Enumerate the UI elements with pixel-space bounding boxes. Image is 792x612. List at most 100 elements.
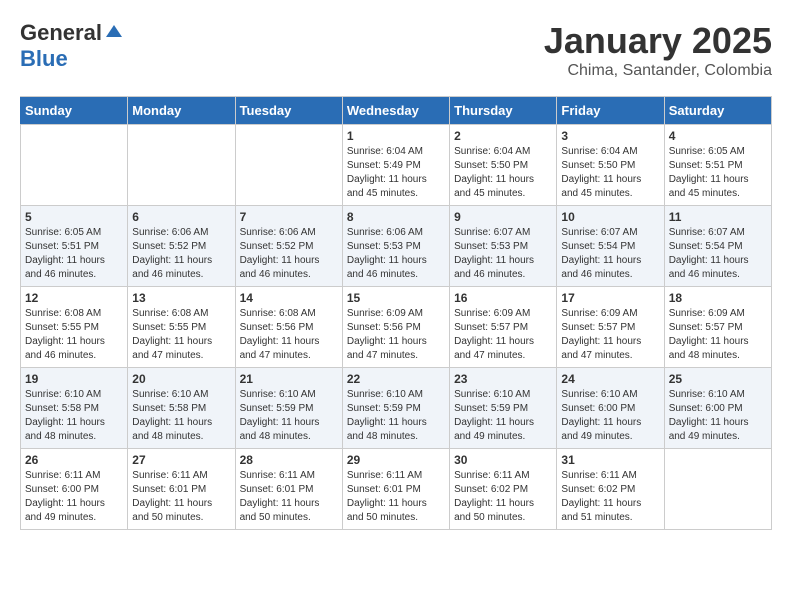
calendar-cell: 21Sunrise: 6:10 AMSunset: 5:59 PMDayligh… [235,368,342,449]
day-info: Sunrise: 6:09 AMSunset: 5:56 PMDaylight:… [347,307,445,363]
day-info: Sunrise: 6:11 AMSunset: 6:01 PMDaylight:… [347,469,445,525]
day-header-monday: Monday [128,97,235,125]
calendar-cell [664,449,771,530]
day-header-friday: Friday [557,97,664,125]
calendar-body: 1 Sunrise: 6:04 AMSunset: 5:49 PMDaylight… [21,125,772,530]
day-info: Sunrise: 6:10 AMSunset: 5:59 PMDaylight:… [240,388,338,444]
day-number: 23 [454,372,552,386]
day-info: Sunrise: 6:11 AMSunset: 6:01 PMDaylight:… [132,469,230,525]
day-number: 4 [669,129,767,143]
calendar-cell: 17 Sunrise: 6:09 AMSunset: 5:57 PMDayligh… [557,287,664,368]
day-number: 1 [347,129,445,143]
calendar-cell: 12Sunrise: 6:08 AMSunset: 5:55 PMDayligh… [21,287,128,368]
day-info: Sunrise: 6:09 AMSunset: 5:57 PMDaylight:… [669,307,767,363]
week-row-1: 5Sunrise: 6:05 AMSunset: 5:51 PMDaylight… [21,206,772,287]
day-info: Sunrise: 6:07 AMSunset: 5:53 PMDaylight:… [454,226,552,282]
calendar-cell: 7 Sunrise: 6:06 AMSunset: 5:52 PMDaylight… [235,206,342,287]
day-number: 2 [454,129,552,143]
day-number: 16 [454,291,552,305]
day-number: 30 [454,453,552,467]
calendar-cell [235,125,342,206]
day-header-wednesday: Wednesday [342,97,449,125]
week-row-3: 19 Sunrise: 6:10 AMSunset: 5:58 PMDayligh… [21,368,772,449]
day-number: 26 [25,453,123,467]
week-row-2: 12Sunrise: 6:08 AMSunset: 5:55 PMDayligh… [21,287,772,368]
calendar-cell: 3Sunrise: 6:04 AMSunset: 5:50 PMDaylight… [557,125,664,206]
calendar-cell: 15 Sunrise: 6:09 AMSunset: 5:56 PMDayligh… [342,287,449,368]
day-info: Sunrise: 6:04 AMSunset: 5:49 PMDaylight:… [347,145,445,201]
day-number: 22 [347,372,445,386]
calendar-cell: 11 Sunrise: 6:07 AMSunset: 5:54 PMDayligh… [664,206,771,287]
calendar-cell: 4Sunrise: 6:05 AMSunset: 5:51 PMDaylight… [664,125,771,206]
day-number: 24 [561,372,659,386]
day-number: 27 [132,453,230,467]
calendar-cell: 9 Sunrise: 6:07 AMSunset: 5:53 PMDaylight… [450,206,557,287]
day-number: 9 [454,210,552,224]
day-number: 7 [240,210,338,224]
day-number: 8 [347,210,445,224]
day-info: Sunrise: 6:04 AMSunset: 5:50 PMDaylight:… [454,145,552,201]
day-info: Sunrise: 6:11 AMSunset: 6:01 PMDaylight:… [240,469,338,525]
calendar-cell: 6Sunrise: 6:06 AMSunset: 5:52 PMDaylight… [128,206,235,287]
day-info: Sunrise: 6:09 AMSunset: 5:57 PMDaylight:… [454,307,552,363]
calendar-cell: 2 Sunrise: 6:04 AMSunset: 5:50 PMDaylight… [450,125,557,206]
day-info: Sunrise: 6:11 AMSunset: 6:02 PMDaylight:… [561,469,659,525]
day-number: 10 [561,210,659,224]
calendar-table: SundayMondayTuesdayWednesdayThursdayFrid… [20,96,772,530]
subtitle: Chima, Santander, Colombia [544,62,772,80]
day-info: Sunrise: 6:10 AMSunset: 5:58 PMDaylight:… [132,388,230,444]
calendar-header: SundayMondayTuesdayWednesdayThursdayFrid… [21,97,772,125]
calendar-cell: 22 Sunrise: 6:10 AMSunset: 5:59 PMDayligh… [342,368,449,449]
week-row-0: 1 Sunrise: 6:04 AMSunset: 5:49 PMDaylight… [21,125,772,206]
header-row: SundayMondayTuesdayWednesdayThursdayFrid… [21,97,772,125]
day-info: Sunrise: 6:07 AMSunset: 5:54 PMDaylight:… [561,226,659,282]
day-header-thursday: Thursday [450,97,557,125]
calendar-cell: 16 Sunrise: 6:09 AMSunset: 5:57 PMDayligh… [450,287,557,368]
title-block: January 2025 Chima, Santander, Colombia [544,20,772,80]
day-number: 15 [347,291,445,305]
day-header-sunday: Sunday [21,97,128,125]
day-number: 25 [669,372,767,386]
day-info: Sunrise: 6:08 AMSunset: 5:55 PMDaylight:… [25,307,123,363]
calendar-cell: 18 Sunrise: 6:09 AMSunset: 5:57 PMDayligh… [664,287,771,368]
day-number: 28 [240,453,338,467]
calendar-cell: 25 Sunrise: 6:10 AMSunset: 6:00 PMDayligh… [664,368,771,449]
calendar-cell: 5Sunrise: 6:05 AMSunset: 5:51 PMDaylight… [21,206,128,287]
day-info: Sunrise: 6:09 AMSunset: 5:57 PMDaylight:… [561,307,659,363]
calendar-cell: 26 Sunrise: 6:11 AMSunset: 6:00 PMDayligh… [21,449,128,530]
calendar-cell [21,125,128,206]
day-info: Sunrise: 6:10 AMSunset: 5:59 PMDaylight:… [347,388,445,444]
calendar-cell: 10 Sunrise: 6:07 AMSunset: 5:54 PMDayligh… [557,206,664,287]
calendar-cell [128,125,235,206]
page-header: General Blue January 2025 Chima, Santand… [20,20,772,80]
day-number: 18 [669,291,767,305]
day-header-saturday: Saturday [664,97,771,125]
day-info: Sunrise: 6:08 AMSunset: 5:55 PMDaylight:… [132,307,230,363]
day-info: Sunrise: 6:11 AMSunset: 6:00 PMDaylight:… [25,469,123,525]
main-title: January 2025 [544,20,772,62]
day-number: 17 [561,291,659,305]
day-number: 19 [25,372,123,386]
day-info: Sunrise: 6:04 AMSunset: 5:50 PMDaylight:… [561,145,659,201]
calendar-cell: 8Sunrise: 6:06 AMSunset: 5:53 PMDaylight… [342,206,449,287]
day-info: Sunrise: 6:10 AMSunset: 6:00 PMDaylight:… [561,388,659,444]
day-number: 14 [240,291,338,305]
calendar-cell: 31Sunrise: 6:11 AMSunset: 6:02 PMDayligh… [557,449,664,530]
day-number: 20 [132,372,230,386]
logo: General Blue [20,20,124,72]
day-number: 11 [669,210,767,224]
calendar-cell: 14 Sunrise: 6:08 AMSunset: 5:56 PMDayligh… [235,287,342,368]
day-info: Sunrise: 6:10 AMSunset: 5:59 PMDaylight:… [454,388,552,444]
day-header-tuesday: Tuesday [235,97,342,125]
logo-general-text: General [20,20,102,46]
day-info: Sunrise: 6:07 AMSunset: 5:54 PMDaylight:… [669,226,767,282]
calendar-cell: 27 Sunrise: 6:11 AMSunset: 6:01 PMDayligh… [128,449,235,530]
week-row-4: 26 Sunrise: 6:11 AMSunset: 6:00 PMDayligh… [21,449,772,530]
calendar-cell: 29 Sunrise: 6:11 AMSunset: 6:01 PMDayligh… [342,449,449,530]
day-info: Sunrise: 6:08 AMSunset: 5:56 PMDaylight:… [240,307,338,363]
calendar-cell: 23 Sunrise: 6:10 AMSunset: 5:59 PMDayligh… [450,368,557,449]
day-info: Sunrise: 6:10 AMSunset: 6:00 PMDaylight:… [669,388,767,444]
day-info: Sunrise: 6:06 AMSunset: 5:52 PMDaylight:… [240,226,338,282]
day-info: Sunrise: 6:06 AMSunset: 5:52 PMDaylight:… [132,226,230,282]
day-number: 29 [347,453,445,467]
